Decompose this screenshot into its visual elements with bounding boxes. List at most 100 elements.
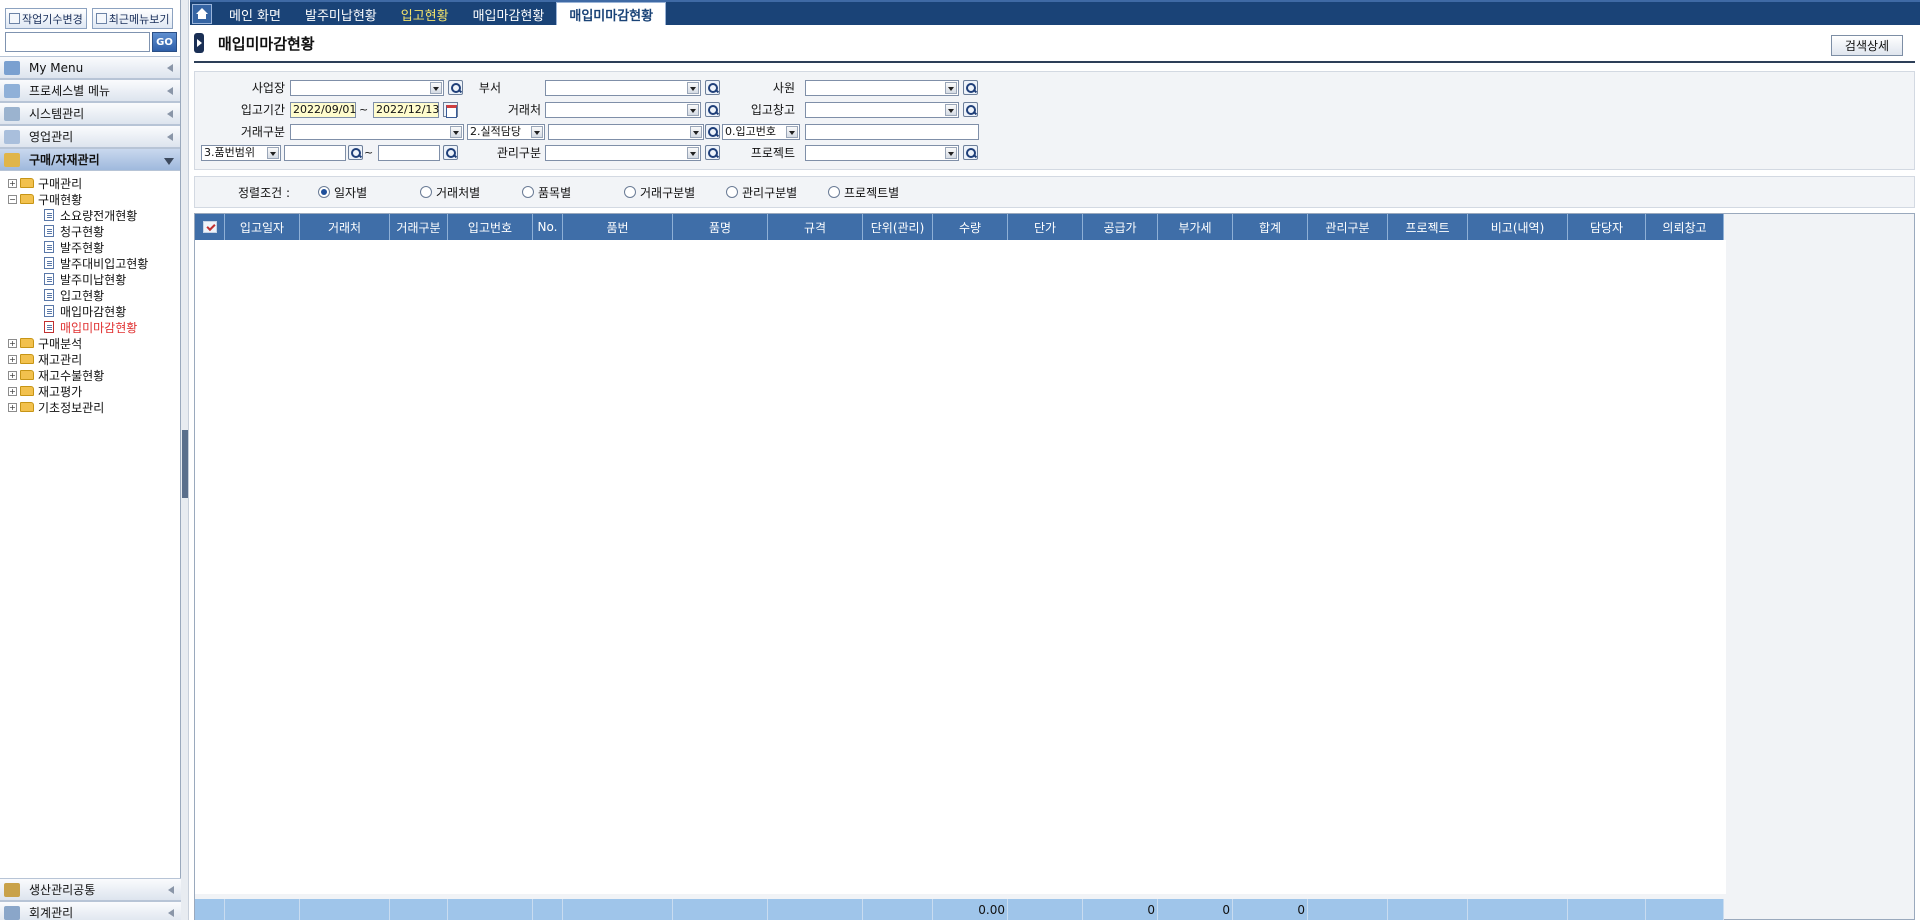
employee-search-icon[interactable] [963, 80, 978, 95]
sales-rep-combo[interactable] [548, 124, 704, 140]
radio-icon[interactable] [420, 186, 432, 198]
tab-0[interactable]: 메인 화면 [217, 3, 293, 25]
receipt-no-select[interactable]: 0.입고번호 [722, 124, 800, 140]
date-to-input[interactable]: 2022/12/13 [373, 102, 439, 118]
grid-column-header[interactable]: 수량 [933, 214, 1008, 240]
grid-column-header[interactable]: 규격 [768, 214, 863, 240]
tree-folder[interactable]: + 재고관리 [0, 351, 180, 367]
sort-radio-2[interactable]: 품목별 [522, 184, 624, 201]
mgmt-type-combo[interactable] [545, 145, 701, 161]
tree-item[interactable]: 발주미납현황 [0, 271, 180, 287]
project-combo[interactable] [805, 145, 959, 161]
tree-item[interactable]: 발주대비입고현황 [0, 255, 180, 271]
expand-icon[interactable]: + [8, 354, 17, 364]
sort-radio-5[interactable]: 프로젝트별 [828, 184, 930, 201]
radio-icon[interactable] [318, 186, 330, 198]
sidebar-splitter[interactable] [181, 0, 189, 920]
employee-combo[interactable] [805, 80, 959, 96]
menu-search-input[interactable] [5, 32, 150, 52]
radio-icon[interactable] [828, 186, 840, 198]
search-detail-button[interactable]: 검색상세 [1831, 35, 1903, 56]
chevron-down-icon[interactable] [687, 147, 699, 159]
dept-combo[interactable] [545, 80, 701, 96]
change-period-button[interactable]: 작업기수변경 [5, 8, 87, 29]
checkbox-icon[interactable] [202, 221, 217, 233]
radio-icon[interactable] [726, 186, 738, 198]
tab-2[interactable]: 입고현황 [389, 3, 461, 25]
sort-radio-0[interactable]: 일자별 [318, 184, 420, 201]
sort-radio-3[interactable]: 거래구분별 [624, 184, 726, 201]
chevron-down-icon[interactable] [690, 126, 702, 138]
grid-select-all[interactable] [195, 214, 225, 240]
tree-item[interactable]: 청구현황 [0, 223, 180, 239]
tab-3[interactable]: 매입마감현황 [461, 3, 557, 25]
chevron-down-icon[interactable] [430, 82, 442, 94]
production-common-menu[interactable]: 생산관리공통 [0, 878, 181, 901]
tree-item[interactable]: 소요량전개현황 [0, 207, 180, 223]
receipt-no-input[interactable] [805, 124, 979, 140]
grid-body[interactable] [195, 240, 1726, 894]
tree-item[interactable]: 발주현황 [0, 239, 180, 255]
grid-column-header[interactable]: 프로젝트 [1388, 214, 1468, 240]
tree-item[interactable]: 매입미마감현황 [0, 319, 180, 335]
chevron-down-icon[interactable] [945, 82, 957, 94]
radio-icon[interactable] [522, 186, 534, 198]
tree-item[interactable]: 입고현황 [0, 287, 180, 303]
item-from-input[interactable] [284, 145, 346, 161]
tree-folder[interactable]: + 재고평가 [0, 383, 180, 399]
site-combo[interactable] [290, 80, 444, 96]
purchase-material-menu[interactable]: 구매/자재관리 [0, 148, 180, 171]
grid-column-header[interactable]: 거래구분 [390, 214, 448, 240]
expand-icon[interactable]: + [8, 370, 17, 380]
chevron-down-icon[interactable] [945, 104, 957, 116]
grid-column-header[interactable]: 품명 [673, 214, 768, 240]
expand-icon[interactable]: + [8, 402, 17, 412]
tree-item[interactable]: 매입마감현황 [0, 303, 180, 319]
tree-folder[interactable]: + 구매분석 [0, 335, 180, 351]
tree-folder[interactable]: + 재고수불현황 [0, 367, 180, 383]
chevron-down-icon[interactable] [687, 82, 699, 94]
item-range-select[interactable]: 3.품번범위 [201, 145, 281, 161]
recent-menu-button[interactable]: 최근메뉴보기 [91, 8, 174, 29]
splitter-grip[interactable] [182, 430, 188, 498]
partner-combo[interactable] [545, 102, 701, 118]
sort-radio-1[interactable]: 거래처별 [420, 184, 522, 201]
chevron-down-icon[interactable] [687, 104, 699, 116]
expand-icon[interactable]: + [8, 386, 17, 396]
chevron-down-icon[interactable] [945, 147, 957, 159]
tree-folder[interactable]: − 구매현황 [0, 191, 180, 207]
tree-folder[interactable]: + 구매관리 [0, 175, 180, 191]
grid-column-header[interactable]: 의뢰창고 [1646, 214, 1724, 240]
expand-icon[interactable]: + [8, 338, 17, 348]
collapse-icon[interactable]: − [8, 194, 17, 204]
grid-column-header[interactable]: 부가세 [1158, 214, 1233, 240]
sales-menu[interactable]: 영업관리 [0, 125, 180, 148]
grid-column-header[interactable]: 품번 [563, 214, 673, 240]
warehouse-combo[interactable] [805, 102, 959, 118]
sales-rep-search-icon[interactable] [705, 124, 720, 139]
home-button[interactable] [192, 4, 212, 24]
chevron-down-icon[interactable] [531, 126, 543, 138]
accounting-menu[interactable]: 회계관리 [0, 901, 181, 920]
process-menu[interactable]: 프로세스별 메뉴 [0, 79, 180, 102]
chevron-down-icon[interactable] [786, 126, 798, 138]
project-search-icon[interactable] [963, 145, 978, 160]
chevron-down-icon[interactable] [267, 147, 279, 159]
sort-radio-4[interactable]: 관리구분별 [726, 184, 828, 201]
grid-column-header[interactable]: 관리구분 [1308, 214, 1388, 240]
grid-column-header[interactable]: 거래처 [300, 214, 390, 240]
sales-rep-select[interactable]: 2.실적담당 [467, 124, 545, 140]
grid-column-header[interactable]: 담당자 [1568, 214, 1646, 240]
grid-column-header[interactable]: 입고번호 [448, 214, 533, 240]
expand-icon[interactable]: + [8, 178, 17, 188]
my-menu[interactable]: My Menu [0, 56, 180, 79]
tab-1[interactable]: 발주미납현황 [293, 3, 389, 25]
radio-icon[interactable] [624, 186, 636, 198]
system-admin-menu[interactable]: 시스템관리 [0, 102, 180, 125]
grid-column-header[interactable]: 비고(내역) [1468, 214, 1568, 240]
trade-type-combo[interactable] [290, 124, 464, 140]
grid-column-header[interactable]: No. [533, 214, 563, 240]
date-from-input[interactable]: 2022/09/01 [290, 102, 356, 118]
grid-column-header[interactable]: 입고일자 [225, 214, 300, 240]
tab-4[interactable]: 매입미마감현황 [556, 2, 667, 25]
